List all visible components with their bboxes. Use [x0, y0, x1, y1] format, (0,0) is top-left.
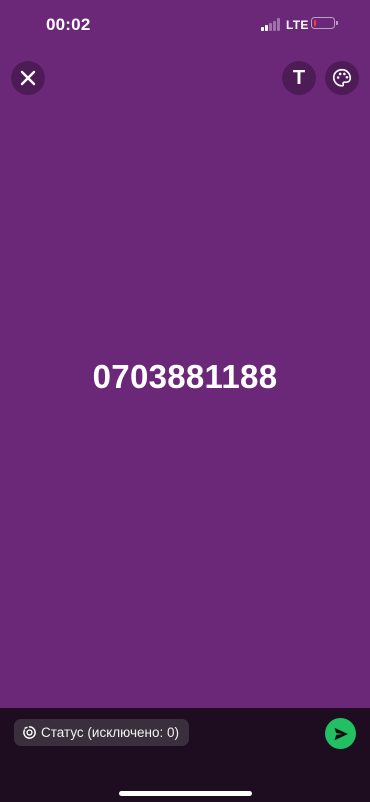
background-color-button[interactable] [325, 61, 359, 95]
network-type: LTE [286, 18, 309, 32]
send-icon [334, 727, 348, 740]
palette-icon [332, 68, 352, 87]
status-ring-icon [23, 726, 36, 739]
status-text[interactable]: 0703881188 [0, 358, 370, 396]
status-time: 00:02 [46, 15, 91, 34]
signal-icon [261, 18, 281, 31]
status-bar: 00:02 LTE [0, 0, 370, 50]
status-audience-button[interactable]: Статус (исключено: 0) [14, 719, 189, 746]
close-button[interactable] [11, 61, 45, 95]
battery-level [313, 19, 316, 26]
text-style-button[interactable]: T [282, 61, 316, 95]
text-T-icon: T [292, 67, 306, 89]
composer-bar: Статус (исключено: 0) [0, 708, 370, 802]
battery-icon [311, 17, 338, 29]
home-indicator [119, 791, 252, 796]
send-button[interactable] [325, 718, 356, 749]
status-audience-label: Статус (исключено: 0) [41, 725, 179, 740]
close-icon [20, 70, 36, 86]
